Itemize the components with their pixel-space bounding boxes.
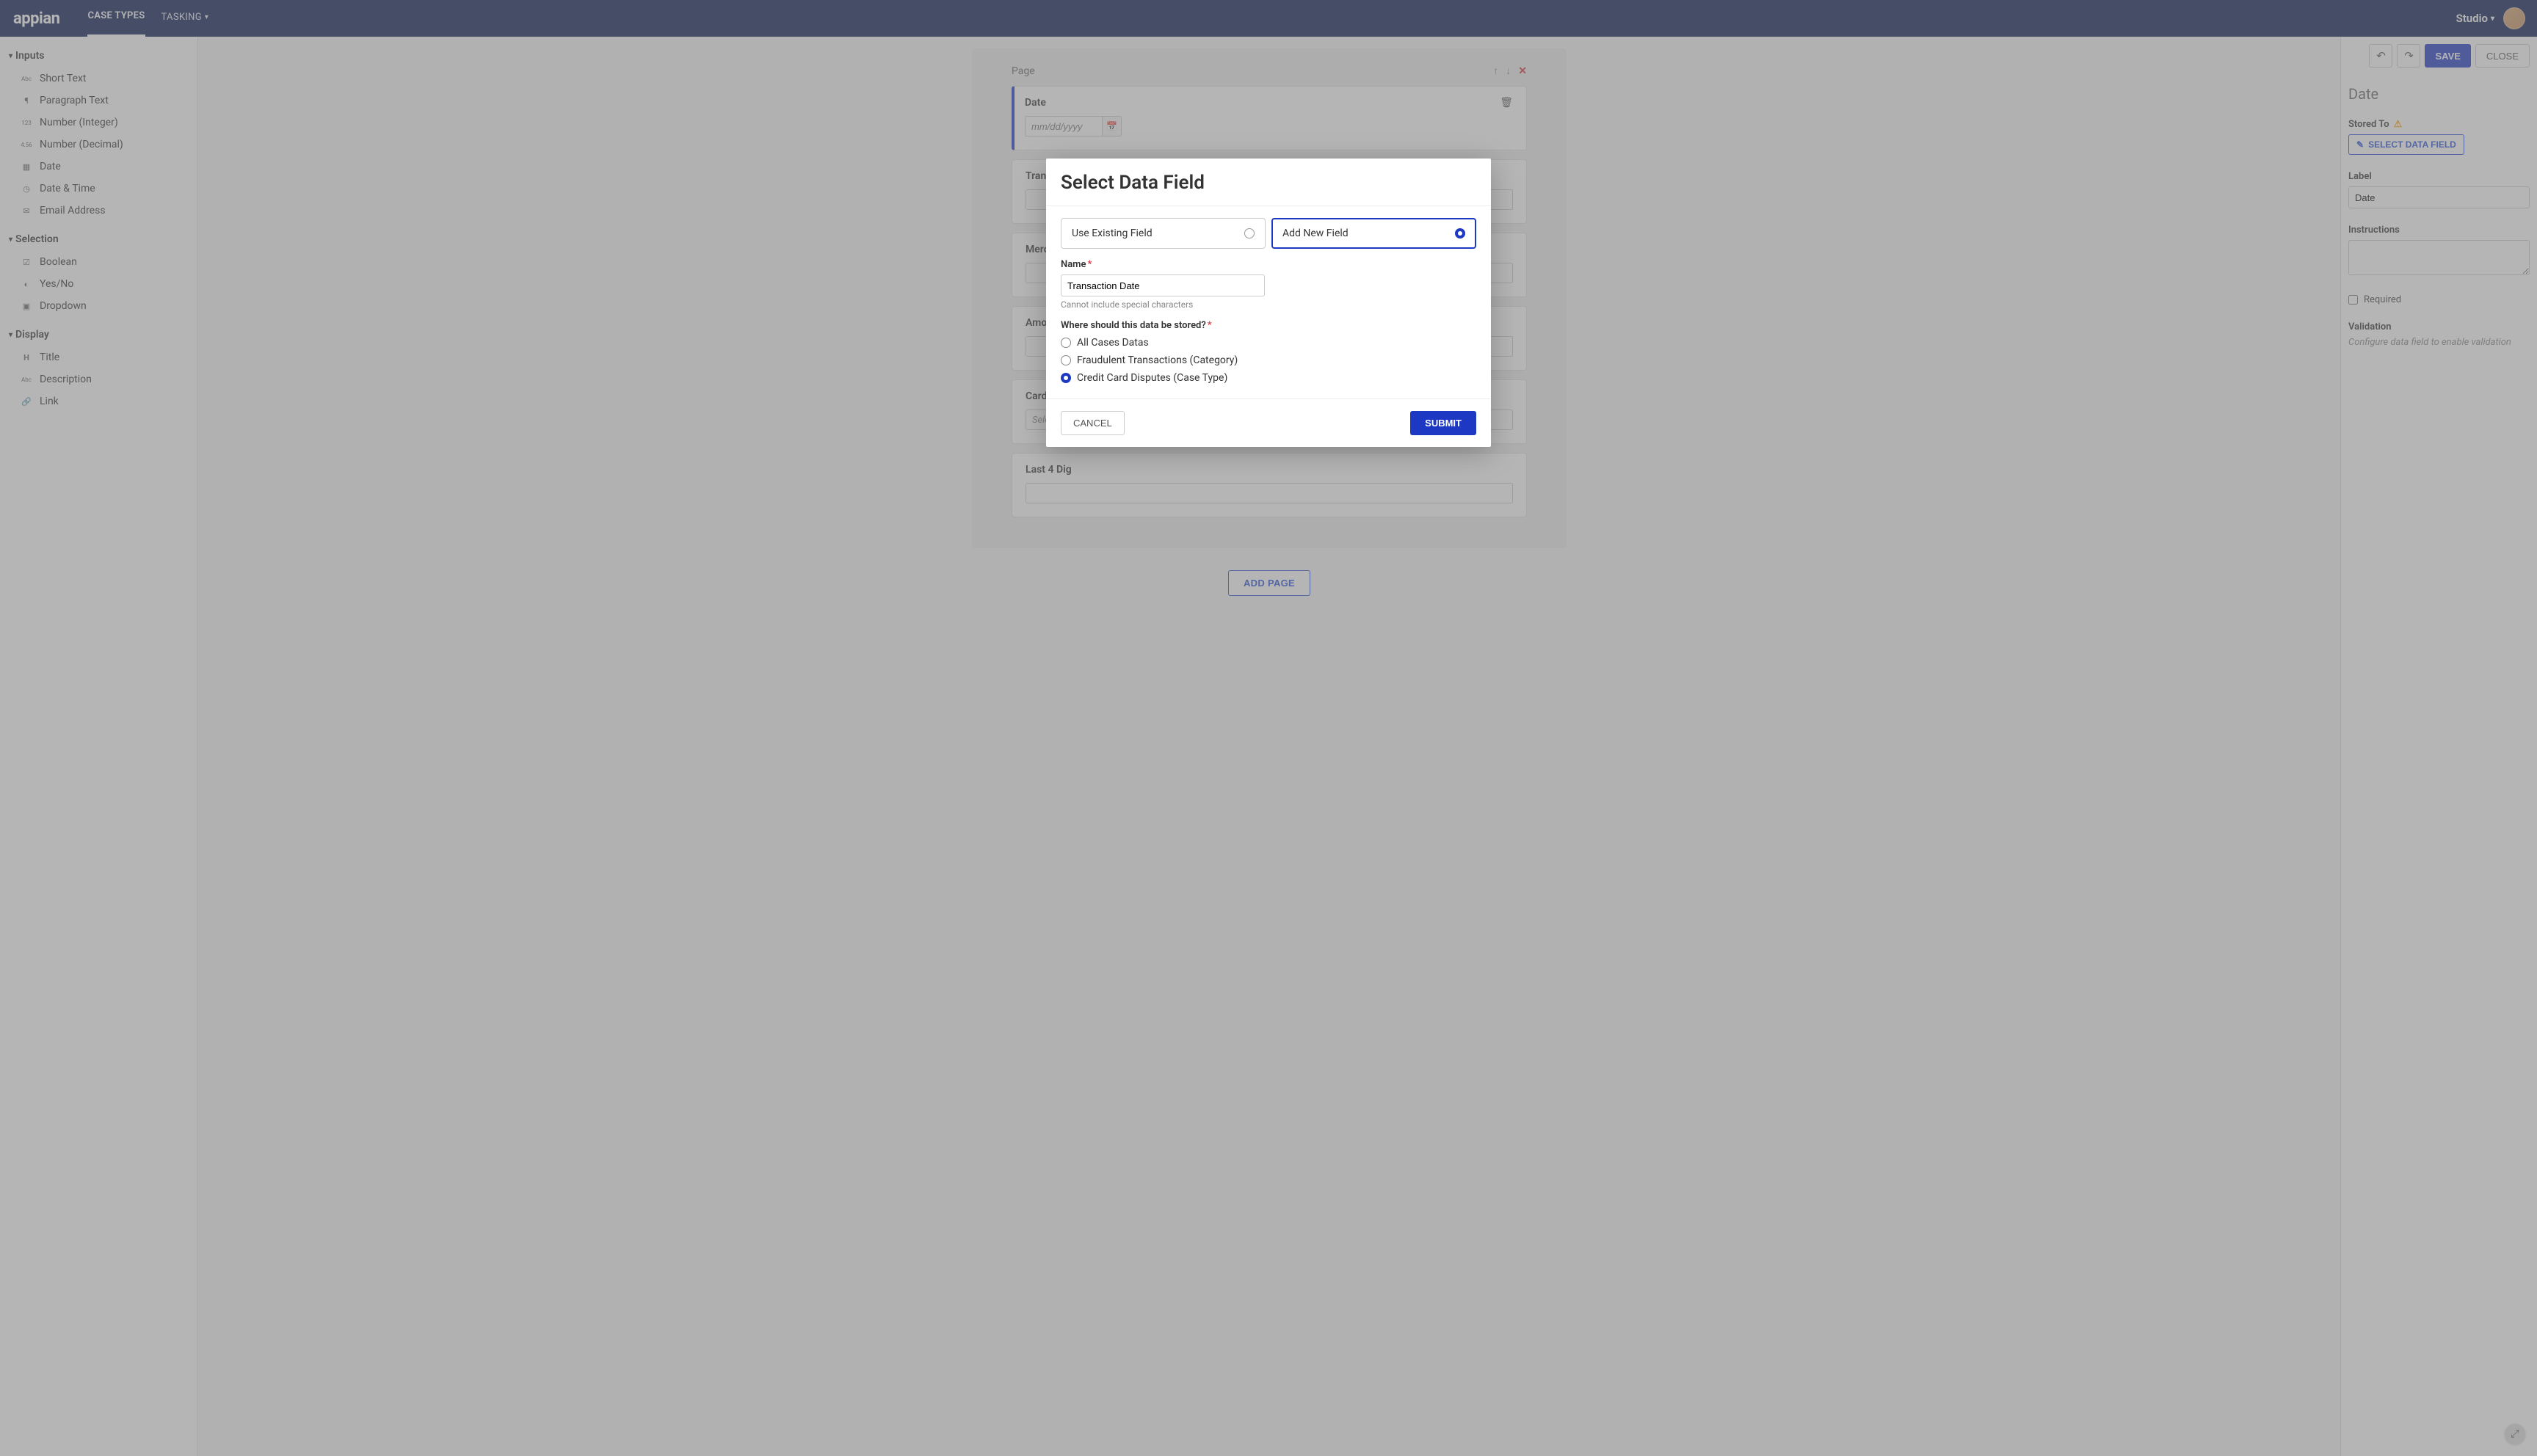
- radio-label: All Cases Datas: [1077, 337, 1149, 349]
- where-label: Where should this data be stored?: [1061, 320, 1206, 331]
- name-input[interactable]: [1061, 274, 1265, 296]
- select-data-field-modal: Select Data Field Use Existing Field Add…: [1046, 159, 1491, 447]
- radio-icon: [1061, 373, 1071, 383]
- radio-icon: [1061, 355, 1071, 365]
- submit-button[interactable]: SUBMIT: [1410, 411, 1476, 435]
- add-new-option[interactable]: Add New Field: [1271, 218, 1476, 249]
- storage-radio-group: All Cases Datas Fraudulent Transactions …: [1061, 337, 1476, 384]
- required-asterisk: *: [1208, 320, 1212, 331]
- radio-icon: [1244, 228, 1255, 239]
- radio-label: Fraudulent Transactions (Category): [1077, 354, 1238, 366]
- radio-icon: [1455, 228, 1465, 239]
- option-label: Use Existing Field: [1072, 228, 1153, 239]
- radio-icon: [1061, 338, 1071, 348]
- cancel-button[interactable]: CANCEL: [1061, 411, 1125, 435]
- radio-label: Credit Card Disputes (Case Type): [1077, 372, 1227, 384]
- modal-title: Select Data Field: [1061, 172, 1476, 194]
- option-label: Add New Field: [1282, 228, 1349, 239]
- name-label: Name: [1061, 259, 1086, 270]
- modal-overlay: Select Data Field Use Existing Field Add…: [0, 0, 2537, 1456]
- required-asterisk: *: [1087, 259, 1092, 270]
- use-existing-option[interactable]: Use Existing Field: [1061, 218, 1266, 249]
- name-help-text: Cannot include special characters: [1061, 299, 1476, 310]
- radio-fraudulent[interactable]: Fraudulent Transactions (Category): [1061, 354, 1476, 366]
- field-mode-toggle: Use Existing Field Add New Field: [1061, 218, 1476, 249]
- radio-credit-card-disputes[interactable]: Credit Card Disputes (Case Type): [1061, 372, 1476, 384]
- radio-all-cases[interactable]: All Cases Datas: [1061, 337, 1476, 349]
